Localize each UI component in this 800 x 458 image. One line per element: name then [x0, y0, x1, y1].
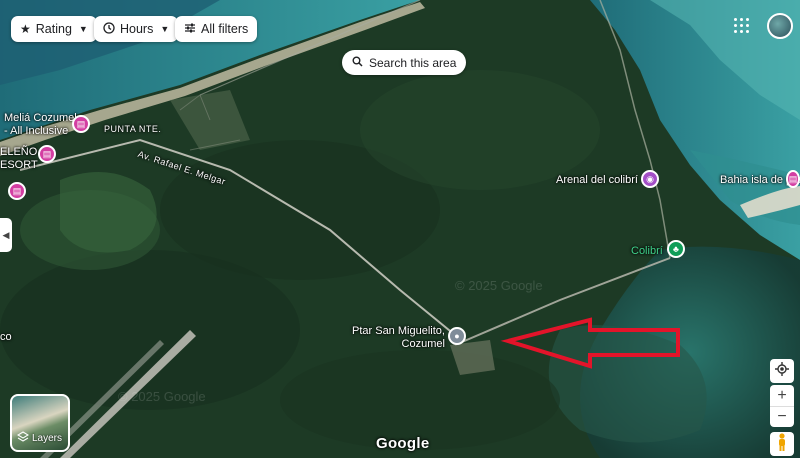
- map-watermark: © 2025 Google: [118, 389, 206, 404]
- zoom-out-button[interactable]: −: [770, 406, 794, 427]
- zoom-in-button[interactable]: +: [770, 385, 794, 406]
- chevron-left-icon: ◀: [2, 229, 10, 240]
- location-pin[interactable]: ●: [448, 327, 466, 345]
- hotel-pin[interactable]: ▤: [38, 145, 56, 163]
- pegman-icon: [777, 432, 787, 456]
- clock-icon: [103, 22, 115, 36]
- place-label-melia-line2: - All Inclusive: [4, 125, 69, 137]
- apps-grid-icon[interactable]: [734, 18, 750, 34]
- hours-filter-chip[interactable]: Hours ▼: [94, 16, 179, 42]
- map-watermark: © 2025 Google: [455, 278, 543, 293]
- area-label-punta-norte: PUNTA NTE.: [104, 124, 162, 134]
- layers-button[interactable]: Layers: [10, 394, 70, 452]
- place-label-colibri[interactable]: Colibrí: [631, 245, 663, 258]
- search-icon: [352, 56, 363, 70]
- hours-filter-label: Hours: [120, 22, 154, 36]
- star-icon: ★: [20, 22, 31, 36]
- chevron-down-icon: ▼: [160, 24, 170, 34]
- search-this-area-button[interactable]: Search this area: [342, 50, 467, 75]
- place-label-resort[interactable]: ELEÑO ESORT: [0, 146, 38, 172]
- place-label-melia-line1: Meliá Cozumel: [4, 112, 77, 124]
- google-logo: Google: [376, 435, 430, 452]
- place-label-ptar-line2: Cozumel: [401, 338, 445, 350]
- my-location-icon: [775, 361, 789, 381]
- rating-filter-chip[interactable]: ★ Rating ▼: [11, 16, 97, 42]
- rating-filter-label: Rating: [35, 22, 72, 36]
- hotel-pin[interactable]: ▤: [8, 182, 26, 200]
- minus-icon: −: [777, 408, 787, 425]
- place-label-edge: co: [0, 331, 12, 343]
- place-label-ptar[interactable]: Ptar San Miguelito, Cozumel: [352, 325, 445, 351]
- place-label-resort-line1: ELEÑO: [0, 146, 38, 158]
- account-avatar[interactable]: [767, 13, 793, 39]
- hotel-pin[interactable]: ▤: [786, 170, 800, 188]
- my-location-button[interactable]: [770, 359, 794, 383]
- plus-icon: +: [777, 386, 787, 404]
- chevron-down-icon: ▼: [78, 24, 88, 34]
- collapse-panel-button[interactable]: ◀: [0, 218, 12, 252]
- sliders-icon: [184, 22, 196, 36]
- activity-pin[interactable]: ◉: [641, 170, 659, 188]
- all-filters-label: All filters: [201, 22, 249, 36]
- layers-icon: [16, 431, 30, 446]
- place-label-melia[interactable]: Meliá Cozumel - All Inclusive: [4, 112, 77, 138]
- street-view-pegman[interactable]: [770, 432, 794, 456]
- layers-label: Layers: [32, 433, 63, 444]
- place-label-resort-line2: ESORT: [0, 159, 38, 171]
- all-filters-chip[interactable]: All filters: [175, 16, 258, 42]
- park-pin[interactable]: ♣: [667, 240, 685, 258]
- place-label-ptar-line1: Ptar San Miguelito,: [352, 325, 445, 337]
- place-label-arenal[interactable]: Arenal del colibrí: [556, 174, 638, 187]
- search-this-area-label: Search this area: [369, 55, 457, 70]
- hotel-pin[interactable]: ▤: [72, 115, 90, 133]
